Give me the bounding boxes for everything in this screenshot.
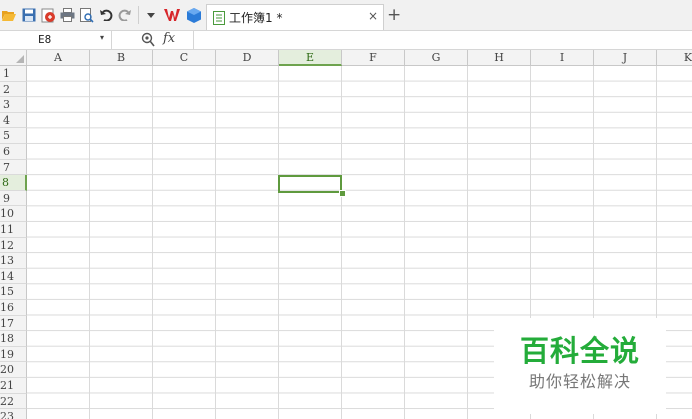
row-header-10[interactable]: 10: [0, 206, 27, 222]
row-header-1[interactable]: 1: [0, 66, 27, 82]
column-header-b[interactable]: B: [90, 50, 153, 66]
row-header-17[interactable]: 17: [0, 315, 27, 332]
watermark-subtitle: 助你轻松解决: [528, 372, 631, 391]
row-header-5[interactable]: 5: [0, 128, 27, 144]
watermark-title: 百科全说: [519, 334, 640, 368]
select-all-corner[interactable]: [0, 50, 27, 66]
export-pdf-icon[interactable]: [40, 7, 56, 23]
undo-icon[interactable]: [98, 7, 114, 23]
column-header-h[interactable]: H: [468, 50, 531, 66]
column-header-c[interactable]: C: [153, 50, 216, 66]
name-box-value: E8: [38, 33, 52, 46]
formula-bar: E8 ▾ fx: [0, 31, 692, 50]
print-preview-icon[interactable]: [79, 7, 95, 23]
row-header-12[interactable]: 12: [0, 237, 27, 254]
insert-function-button[interactable]: fx: [163, 31, 175, 46]
wps-logo-icon[interactable]: [164, 7, 180, 23]
row-header-14[interactable]: 14: [0, 268, 27, 285]
row-header-13[interactable]: 13: [0, 253, 27, 269]
column-header-d[interactable]: D: [216, 50, 279, 66]
row-header-15[interactable]: 15: [0, 284, 27, 300]
row-header-21[interactable]: 21: [0, 378, 27, 394]
customize-dropdown-icon[interactable]: [143, 7, 159, 23]
tab-close-button[interactable]: ×: [368, 9, 378, 23]
name-box[interactable]: E8 ▾: [0, 31, 112, 49]
column-header-e[interactable]: E: [279, 50, 342, 66]
row-header-4[interactable]: 4: [0, 112, 27, 129]
open-folder-icon[interactable]: [1, 7, 17, 23]
formula-input[interactable]: [193, 31, 692, 49]
row-header-3[interactable]: 3: [0, 97, 27, 113]
selected-cell-e8[interactable]: [278, 175, 342, 193]
row-header-2[interactable]: 2: [0, 81, 27, 98]
row-header-7[interactable]: 7: [0, 159, 27, 176]
toolbar-divider: [138, 6, 139, 24]
tab-workbook-1[interactable]: 工作簿1 * ×: [206, 4, 384, 30]
column-header-i[interactable]: I: [531, 50, 594, 66]
tab-title: 工作簿1 *: [229, 11, 283, 25]
column-header-f[interactable]: F: [342, 50, 405, 66]
row-header-11[interactable]: 11: [0, 222, 27, 238]
watermark-logo: 百科全说 助你轻松解决: [494, 318, 666, 414]
row-header-9[interactable]: 9: [0, 190, 27, 207]
chevron-down-icon[interactable]: ▾: [100, 33, 104, 42]
row-header-23[interactable]: 23: [0, 409, 27, 419]
column-header-k[interactable]: K: [657, 50, 692, 66]
row-header-19[interactable]: 19: [0, 346, 27, 363]
print-icon[interactable]: [59, 7, 75, 23]
column-header-a[interactable]: A: [27, 50, 90, 66]
row-header-18[interactable]: 18: [0, 331, 27, 347]
row-header-6[interactable]: 6: [0, 144, 27, 160]
row-header-22[interactable]: 22: [0, 393, 27, 410]
redo-icon[interactable]: [117, 7, 133, 23]
spreadsheet-doc-icon: [213, 10, 225, 29]
fill-handle[interactable]: [339, 190, 346, 197]
new-tab-button[interactable]: +: [387, 5, 401, 25]
row-header-16[interactable]: 16: [0, 300, 27, 316]
column-header-j[interactable]: J: [594, 50, 657, 66]
row-header-20[interactable]: 20: [0, 362, 27, 378]
magnifier-icon[interactable]: [141, 32, 155, 51]
title-bar: 工作簿1 * × +: [0, 0, 692, 31]
cloud-cube-icon[interactable]: [186, 7, 202, 23]
save-icon[interactable]: [21, 7, 37, 23]
row-header-8[interactable]: 8: [0, 175, 27, 191]
column-header-g[interactable]: G: [405, 50, 468, 66]
